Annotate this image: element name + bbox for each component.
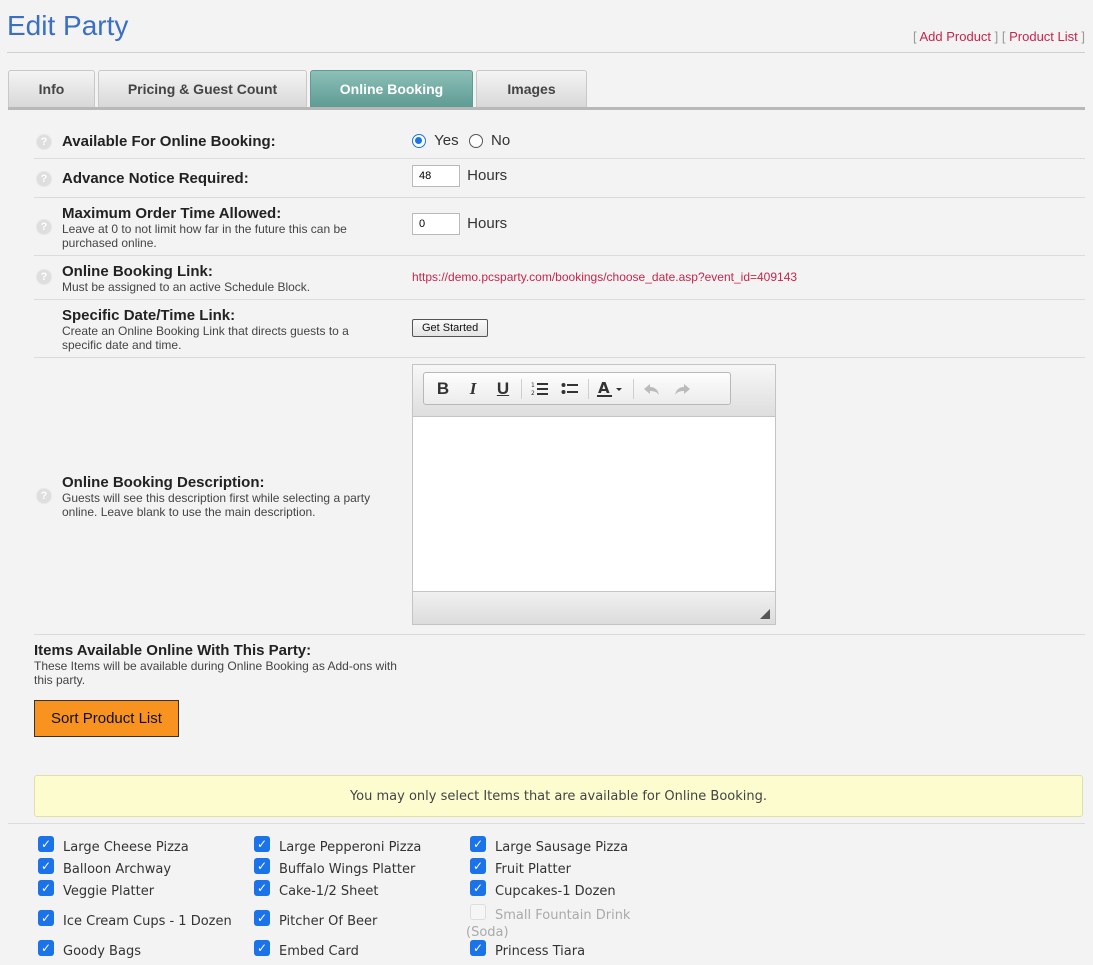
get-started-button[interactable]: Get Started <box>412 319 489 337</box>
item-label: Buffalo Wings Platter <box>279 862 416 877</box>
item-label: Large Cheese Pizza <box>63 840 189 855</box>
item-checkbox[interactable]: ✓ <box>38 880 54 896</box>
item-checkbox[interactable]: ✓ <box>38 836 54 852</box>
advance-notice-unit: Hours <box>467 166 508 184</box>
item-checkbox[interactable]: ✓ <box>470 836 486 852</box>
sort-product-list-button[interactable]: Sort Product List <box>34 700 179 737</box>
available-no-label: No <box>491 132 511 149</box>
item-label: Pitcher Of Beer <box>279 914 378 929</box>
product-list-link[interactable]: Product List <box>1009 29 1078 44</box>
item-label: Goody Bags <box>63 944 141 959</box>
item-label: Embed Card <box>279 944 359 959</box>
svg-text:1: 1 <box>531 382 535 389</box>
items-section-description: These Items will be available during Onl… <box>34 659 397 687</box>
available-yes-radio[interactable] <box>412 134 426 149</box>
tab-info[interactable]: Info <box>8 70 95 107</box>
max-order-time-input[interactable] <box>412 213 460 235</box>
underline-icon[interactable]: U <box>488 376 518 402</box>
item-checkbox[interactable]: ✓ <box>38 940 54 956</box>
redo-icon[interactable] <box>667 376 697 402</box>
text-color-icon[interactable]: A <box>592 376 630 402</box>
item-label: Small Fountain Drink <box>495 908 631 923</box>
item-label: Large Pepperoni Pizza <box>279 840 422 855</box>
item-checkbox[interactable]: ✓ <box>254 880 270 896</box>
booking-link-url[interactable]: https://demo.pcsparty.com/bookings/choos… <box>412 270 797 284</box>
item-checkbox[interactable]: ✓ <box>38 910 54 926</box>
available-no-radio[interactable] <box>468 134 483 149</box>
svg-text:A: A <box>598 380 610 397</box>
editor-toolbar: B I U 12 A <box>423 372 731 405</box>
row-max-order-time: ? Maximum Order Time Allowed: Leave at 0… <box>34 198 1085 256</box>
item-label: Ice Cream Cups - 1 Dozen <box>63 914 232 929</box>
items-section-label: Items Available Online With This Party: <box>34 642 312 659</box>
tab-images[interactable]: Images <box>476 70 587 107</box>
item-checkbox[interactable]: ✓ <box>470 940 486 956</box>
ordered-list-icon[interactable]: 12 <box>525 376 555 402</box>
item-label: Balloon Archway <box>63 862 172 877</box>
row-booking-link: ? Online Booking Link: Must be assigned … <box>34 256 1085 300</box>
max-order-time-unit: Hours <box>467 214 508 232</box>
item-label: Large Sausage Pizza <box>495 840 629 855</box>
item-label-continued: (Soda) <box>466 925 509 940</box>
tab-bar: Info Pricing & Guest Count Online Bookin… <box>8 70 590 108</box>
tab-pricing-guest-count[interactable]: Pricing & Guest Count <box>98 70 307 107</box>
item-checkbox[interactable]: ✓ <box>254 940 270 956</box>
row-booking-description: ? Online Booking Description: Guests wil… <box>34 358 1085 635</box>
items-section-header: Items Available Online With This Party: … <box>34 642 414 687</box>
tab-online-booking[interactable]: Online Booking <box>310 70 473 107</box>
bold-icon[interactable]: B <box>428 376 458 402</box>
item-label: Veggie Platter <box>63 884 155 899</box>
editor-status-bar <box>413 591 775 624</box>
top-links: [ Add Product ] [ Product List ] <box>912 29 1085 44</box>
booking-link-label: Online Booking Link: <box>62 263 213 280</box>
advance-notice-input[interactable] <box>412 165 460 187</box>
italic-icon[interactable]: I <box>458 376 488 402</box>
row-advance-notice: ? Advance Notice Required: Hours <box>34 159 1085 198</box>
editor-content-area[interactable] <box>413 417 775 591</box>
help-icon[interactable]: ? <box>36 488 52 504</box>
help-icon[interactable]: ? <box>36 219 52 235</box>
title-divider <box>7 52 1085 53</box>
help-icon[interactable]: ? <box>36 134 52 150</box>
available-radio-group: Yes No <box>412 132 510 149</box>
item-checkbox[interactable]: ✓ <box>470 858 486 874</box>
items-divider <box>8 823 1085 824</box>
item-checkbox <box>470 904 486 920</box>
item-label: Fruit Platter <box>495 862 571 877</box>
booking-description-label: Online Booking Description: <box>62 474 265 491</box>
item-label: Princess Tiara <box>495 944 586 959</box>
resize-handle-icon[interactable] <box>760 609 770 619</box>
help-icon[interactable]: ? <box>36 269 52 285</box>
advance-notice-label: Advance Notice Required: <box>62 170 249 187</box>
specific-link-description: Create an Online Booking Link that direc… <box>62 324 349 352</box>
available-label: Available For Online Booking: <box>62 133 276 150</box>
item-checkbox[interactable]: ✓ <box>254 910 270 926</box>
rich-text-editor: B I U 12 A <box>412 364 776 625</box>
svg-text:2: 2 <box>531 390 535 397</box>
item-checkbox[interactable]: ✓ <box>254 858 270 874</box>
item-label: Cake-1/2 Sheet <box>279 884 379 899</box>
undo-icon[interactable] <box>637 376 667 402</box>
booking-description-help: Guests will see this description first w… <box>62 491 371 519</box>
row-available: ? Available For Online Booking: Yes No <box>34 122 1085 159</box>
item-checkbox[interactable]: ✓ <box>470 880 486 896</box>
item-label: Cupcakes-1 Dozen <box>495 884 616 899</box>
tab-divider <box>8 107 1085 110</box>
max-order-time-label: Maximum Order Time Allowed: <box>62 205 282 222</box>
specific-link-label: Specific Date/Time Link: <box>62 307 236 324</box>
booking-link-description: Must be assigned to an active Schedule B… <box>62 280 311 294</box>
max-order-time-description: Leave at 0 to not limit how far in the f… <box>62 222 347 250</box>
help-icon[interactable]: ? <box>36 171 52 187</box>
page-title: Edit Party <box>7 10 129 41</box>
row-specific-link: Specific Date/Time Link: Create an Onlin… <box>34 300 1085 358</box>
available-yes-label: Yes <box>434 132 459 149</box>
unordered-list-icon[interactable] <box>555 376 585 402</box>
items-notice: You may only select Items that are avail… <box>34 775 1083 817</box>
item-checkbox[interactable]: ✓ <box>38 858 54 874</box>
add-product-link[interactable]: Add Product <box>920 29 992 44</box>
item-checkbox[interactable]: ✓ <box>254 836 270 852</box>
